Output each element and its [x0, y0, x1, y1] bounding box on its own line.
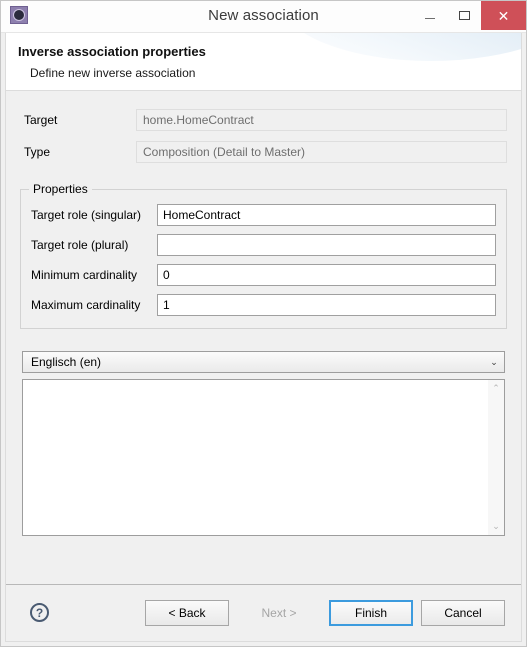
button-bar-separator	[6, 584, 521, 585]
finish-button[interactable]: Finish	[329, 599, 413, 626]
target-role-singular-row: Target role (singular)	[31, 204, 496, 226]
maximum-cardinality-label: Maximum cardinality	[31, 298, 141, 312]
page-title: Inverse association properties	[18, 44, 206, 59]
header-decoration	[281, 33, 521, 61]
target-type-section: Target Type	[6, 91, 521, 163]
type-field	[136, 141, 507, 163]
title-bar: New association ✕	[1, 1, 526, 33]
type-row: Type	[20, 141, 507, 163]
target-role-singular-input[interactable]	[157, 204, 496, 226]
wizard-buttons: < Back Next > Finish Cancel	[145, 599, 505, 626]
target-label: Target	[24, 113, 58, 127]
maximize-button[interactable]	[447, 1, 481, 30]
description-scrollbar[interactable]: ⌃ ⌄	[487, 380, 504, 535]
target-role-plural-input[interactable]	[157, 234, 496, 256]
cancel-button[interactable]: Cancel	[421, 599, 505, 626]
target-role-singular-label: Target role (singular)	[31, 208, 142, 222]
minimum-cardinality-label: Minimum cardinality	[31, 268, 138, 282]
type-label: Type	[24, 145, 51, 159]
properties-legend: Properties	[29, 182, 92, 196]
close-button[interactable]: ✕	[481, 1, 526, 30]
target-role-plural-label: Target role (plural)	[31, 238, 129, 252]
close-icon: ✕	[497, 7, 510, 24]
page-subtitle: Define new inverse association	[30, 66, 196, 80]
window-controls: ✕	[413, 1, 526, 30]
maximum-cardinality-row: Maximum cardinality	[31, 294, 496, 316]
language-select[interactable]: Englisch (en) ⌄	[22, 351, 505, 373]
target-field	[136, 109, 507, 131]
association-gear-icon	[10, 6, 28, 24]
scroll-down-icon[interactable]: ⌄	[488, 518, 504, 535]
help-icon[interactable]: ?	[30, 603, 49, 622]
wizard-header: Inverse association properties Define ne…	[5, 33, 522, 91]
chevron-down-icon: ⌄	[490, 356, 498, 367]
language-select-value: Englisch (en)	[31, 355, 102, 369]
target-role-plural-row: Target role (plural)	[31, 234, 496, 256]
scrollbar-track[interactable]	[488, 397, 504, 518]
maximum-cardinality-input[interactable]	[157, 294, 496, 316]
button-bar: ? < Back Next > Finish Cancel	[5, 584, 522, 642]
next-button: Next >	[237, 599, 321, 626]
minimum-cardinality-row: Minimum cardinality	[31, 264, 496, 286]
back-button[interactable]: < Back	[145, 599, 229, 626]
dialog-body: Target Type Properties Target role (sing…	[5, 91, 522, 584]
maximize-icon	[458, 11, 470, 20]
description-area: ⌃ ⌄	[22, 379, 505, 536]
minimize-button[interactable]	[413, 1, 447, 30]
properties-group: Properties Target role (singular) Target…	[20, 182, 507, 329]
new-association-dialog: New association ✕ Inverse association pr…	[0, 0, 527, 647]
target-row: Target	[20, 109, 507, 131]
scroll-up-icon[interactable]: ⌃	[488, 380, 504, 397]
minimum-cardinality-input[interactable]	[157, 264, 496, 286]
description-input[interactable]	[23, 380, 487, 535]
minimize-icon	[425, 18, 435, 19]
